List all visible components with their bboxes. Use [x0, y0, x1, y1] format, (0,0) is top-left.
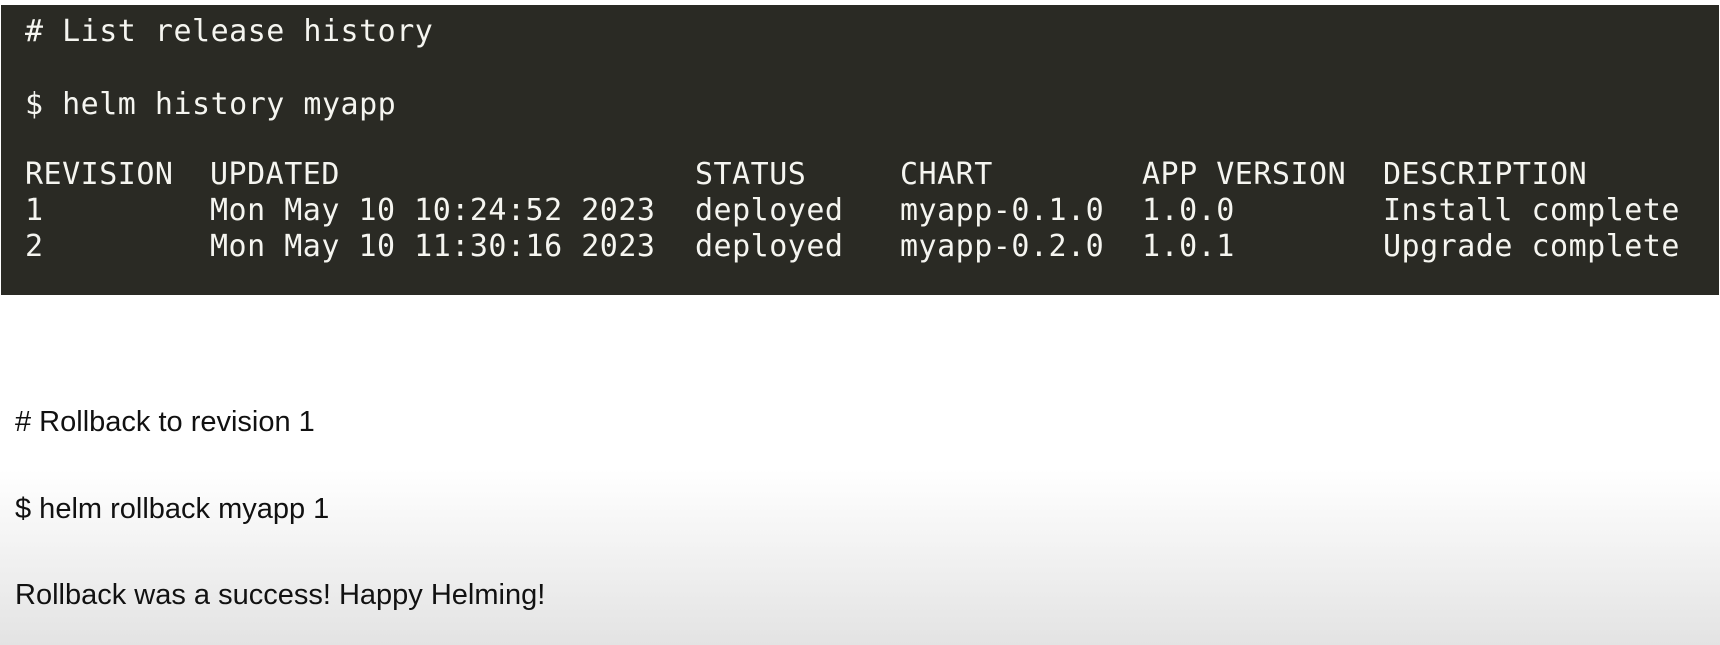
cell-status: deployed — [695, 229, 844, 264]
table-row: 2 Mon May 10 11:30:16 2023 deployed myap… — [25, 229, 1679, 265]
cell-description: Upgrade complete — [1383, 229, 1680, 264]
cell-status: deployed — [695, 193, 844, 228]
history-command: $ helm history myapp — [25, 87, 397, 122]
terminal-panel: # List release history $ helm history my… — [1, 5, 1719, 295]
rollback-output: Rollback was a success! Happy Helming! — [15, 579, 546, 611]
cell-revision: 2 — [25, 229, 44, 264]
column-header-status: STATUS — [695, 157, 807, 192]
column-header-description: DESCRIPTION — [1383, 157, 1588, 192]
cell-revision: 1 — [25, 193, 44, 228]
rollback-comment: # Rollback to revision 1 — [15, 406, 315, 438]
column-header-updated: UPDATED — [210, 157, 340, 192]
column-header-revision: REVISION — [25, 157, 174, 192]
table-header-row: REVISION UPDATED STATUS CHART APP VERSIO… — [25, 157, 1587, 193]
cell-updated: Mon May 10 11:30:16 2023 — [210, 229, 656, 264]
rollback-command: $ helm rollback myapp 1 — [15, 493, 330, 525]
cell-app-version: 1.0.0 — [1142, 193, 1235, 228]
cell-chart: myapp-0.1.0 — [900, 193, 1105, 228]
cell-chart: myapp-0.2.0 — [900, 229, 1105, 264]
table-row: 1 Mon May 10 10:24:52 2023 deployed myap… — [25, 193, 1679, 229]
cell-updated: Mon May 10 10:24:52 2023 — [210, 193, 656, 228]
column-header-chart: CHART — [900, 157, 993, 192]
history-comment: # List release history — [25, 14, 434, 49]
column-header-app-version: APP VERSION — [1142, 157, 1347, 192]
cell-app-version: 1.0.1 — [1142, 229, 1235, 264]
cell-description: Install complete — [1383, 193, 1680, 228]
